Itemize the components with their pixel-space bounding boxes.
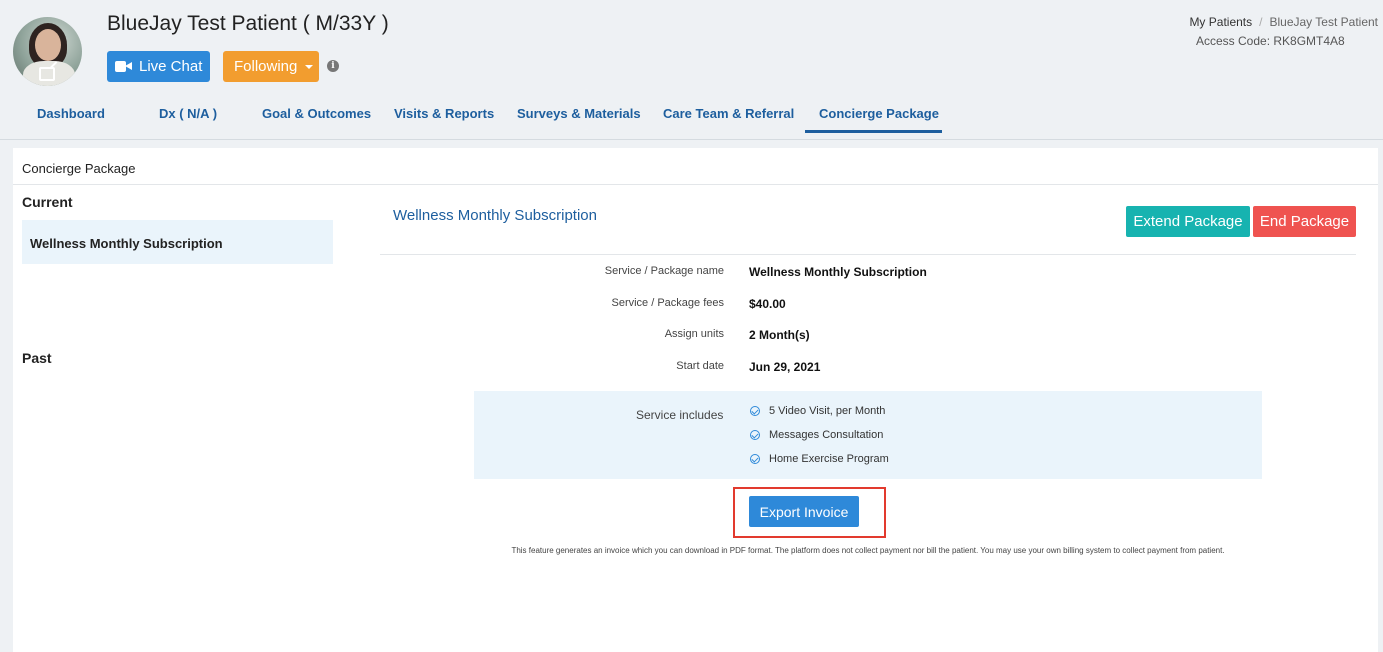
edit-photo-icon[interactable] [39, 67, 55, 81]
following-dropdown-button[interactable]: Following [223, 51, 319, 82]
tab-care-team-referral[interactable]: Care Team & Referral [663, 106, 794, 121]
tab-goal-outcomes[interactable]: Goal & Outcomes [262, 106, 371, 121]
tabs-divider [0, 139, 1383, 140]
breadcrumb-current: BlueJay Test Patient [1269, 15, 1378, 29]
live-chat-label: Live Chat [139, 58, 203, 75]
check-circle-icon [750, 430, 760, 440]
active-tab-indicator [805, 130, 942, 133]
export-invoice-button[interactable]: Export Invoice [749, 496, 859, 527]
service-include-item: Messages Consultation [750, 429, 883, 441]
concierge-package-panel: Concierge Package Current Wellness Month… [13, 148, 1378, 652]
detail-value-package-fees: $40.00 [749, 297, 786, 311]
detail-label-package-fees: Service / Package fees [611, 297, 724, 309]
tab-surveys-materials[interactable]: Surveys & Materials [517, 106, 641, 121]
breadcrumb-separator: / [1259, 15, 1263, 29]
detail-value-package-name: Wellness Monthly Subscription [749, 265, 927, 279]
tab-visits-reports[interactable]: Visits & Reports [394, 106, 494, 121]
panel-title: Concierge Package [22, 161, 136, 176]
check-circle-icon [750, 454, 760, 464]
current-heading: Current [22, 194, 73, 210]
service-includes-label: Service includes [636, 408, 724, 422]
service-includes-box: Service includes 5 Video Visit, per Mont… [474, 391, 1262, 479]
service-include-text: 5 Video Visit, per Month [769, 405, 886, 417]
past-heading: Past [22, 350, 52, 366]
tab-dashboard[interactable]: Dashboard [37, 106, 105, 121]
tab-bar: Dashboard Dx ( N/A ) Goal & Outcomes Vis… [0, 98, 1383, 134]
detail-label-package-name: Service / Package name [604, 265, 724, 277]
live-chat-button[interactable]: Live Chat [107, 51, 210, 82]
tab-dx[interactable]: Dx ( N/A ) [159, 106, 217, 121]
extend-package-button[interactable]: Extend Package [1126, 206, 1250, 237]
breadcrumb: My Patients / BlueJay Test Patient [1189, 15, 1378, 29]
tab-concierge-package[interactable]: Concierge Package [819, 106, 939, 121]
info-icon[interactable]: i [327, 60, 339, 72]
service-include-text: Home Exercise Program [769, 453, 889, 465]
service-include-text: Messages Consultation [769, 429, 884, 441]
end-package-button[interactable]: End Package [1253, 206, 1356, 237]
patient-avatar[interactable] [13, 17, 82, 86]
patient-title: BlueJay Test Patient ( M/33Y ) [107, 12, 389, 35]
breadcrumb-my-patients[interactable]: My Patients [1189, 15, 1252, 29]
current-package-item[interactable]: Wellness Monthly Subscription [22, 220, 333, 264]
invoice-disclaimer: This feature generates an invoice which … [511, 546, 1225, 555]
package-divider [380, 254, 1356, 255]
access-code: Access Code: RK8GMT4A8 [1196, 34, 1345, 48]
package-title: Wellness Monthly Subscription [393, 207, 597, 224]
detail-value-assign-units: 2 Month(s) [749, 328, 810, 342]
service-include-item: Home Exercise Program [750, 453, 889, 465]
video-camera-icon [115, 61, 132, 72]
detail-label-assign-units: Assign units [664, 328, 724, 340]
check-circle-icon [750, 406, 760, 416]
detail-value-start-date: Jun 29, 2021 [749, 360, 821, 374]
service-include-item: 5 Video Visit, per Month [750, 405, 885, 417]
avatar-face [35, 29, 61, 61]
panel-divider [13, 184, 1378, 185]
detail-label-start-date: Start date [676, 360, 724, 372]
caret-down-icon [305, 64, 314, 69]
following-label: Following [234, 58, 298, 75]
